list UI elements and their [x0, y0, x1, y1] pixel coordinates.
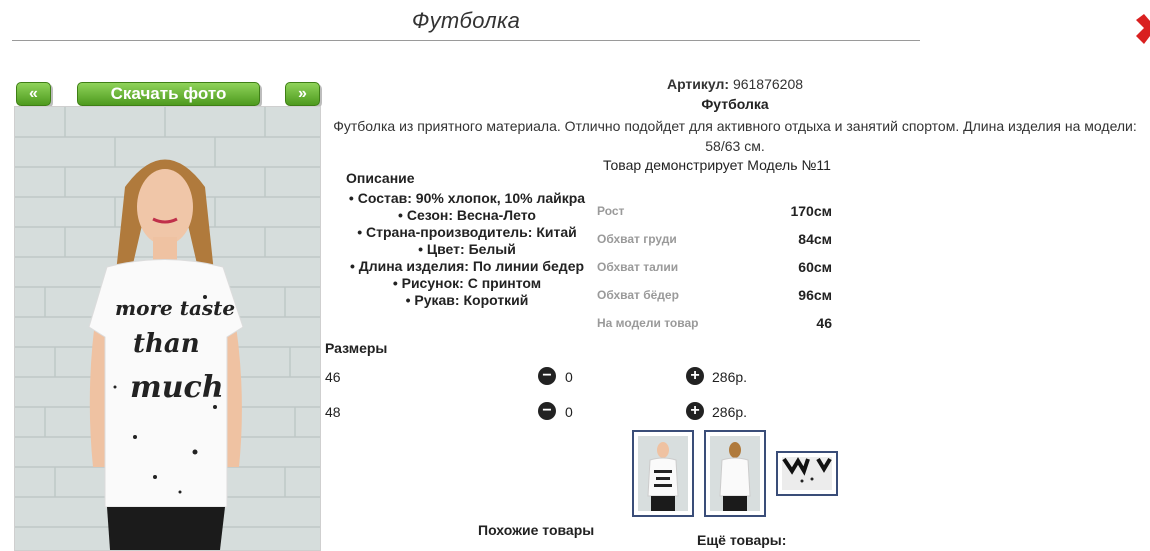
- quantity-value: 0: [565, 369, 573, 385]
- spec-item: Рисунок: С принтом: [338, 275, 596, 292]
- spec-item: Сезон: Весна-Лето: [338, 207, 596, 224]
- minus-circle-icon[interactable]: −: [538, 402, 556, 420]
- red-arrow-icon[interactable]: [1136, 14, 1150, 44]
- price-value: 286р.: [712, 404, 748, 420]
- product-name: Футболка: [701, 96, 769, 112]
- spec-item: Цвет: Белый: [338, 241, 596, 258]
- model-param-label: Обхват груди: [597, 232, 677, 246]
- model-param-value: 170см: [790, 203, 832, 219]
- model-params-table: Рост 170см Обхват груди 84см Обхват тали…: [597, 197, 832, 337]
- title-divider: [12, 40, 920, 41]
- article-value: 961876208: [732, 76, 804, 92]
- prev-photo-button[interactable]: «: [16, 82, 51, 106]
- model-param-row: Рост 170см: [597, 197, 832, 225]
- thumbnail-detail[interactable]: [776, 451, 838, 496]
- quantity-value: 0: [565, 404, 573, 420]
- model-param-label: На модели товар: [597, 316, 699, 330]
- size-value: 48: [325, 404, 341, 420]
- size-value: 46: [325, 369, 341, 385]
- next-photo-button[interactable]: »: [285, 82, 320, 106]
- product-photo-drawing: more taste than much: [15, 107, 320, 550]
- model-param-value: 96см: [798, 287, 832, 303]
- spec-item: Длина изделия: По линии бедер: [338, 258, 596, 275]
- product-description: Футболка из приятного материала. Отлично…: [333, 118, 1137, 154]
- download-photo-button[interactable]: Скачать фото: [77, 82, 260, 106]
- specs-heading: Описание: [346, 170, 415, 186]
- page-title: Футболка: [411, 8, 521, 33]
- thumbnail-back[interactable]: [704, 430, 766, 517]
- article-label: Артикул:: [666, 76, 730, 92]
- thumbnail-image: [710, 436, 760, 511]
- sizes-heading: Размеры: [325, 340, 388, 356]
- size-row: 46 − 0 + 286р.: [325, 366, 825, 390]
- plus-circle-icon[interactable]: +: [686, 402, 704, 420]
- spec-item: Состав: 90% хлопок, 10% лайкра: [338, 190, 596, 207]
- model-param-label: Обхват талии: [597, 260, 679, 274]
- svg-text:more taste: more taste: [115, 296, 235, 320]
- model-param-value: 84см: [798, 231, 832, 247]
- spec-item: Страна-производитель: Китай: [338, 224, 596, 241]
- size-row: 48 − 0 + 286р.: [325, 401, 825, 425]
- thumbnail-image: [638, 436, 688, 511]
- product-photo[interactable]: more taste than much: [14, 106, 321, 551]
- specs-list: Состав: 90% хлопок, 10% лайкра Сезон: Ве…: [338, 190, 596, 309]
- model-param-row: Обхват бёдер 96см: [597, 281, 832, 309]
- plus-circle-icon[interactable]: +: [686, 367, 704, 385]
- minus-circle-icon[interactable]: −: [538, 367, 556, 385]
- article-line: Артикул: 961876208: [320, 76, 1150, 92]
- model-param-label: Обхват бёдер: [597, 288, 679, 302]
- model-param-label: Рост: [597, 204, 625, 218]
- spec-item: Рукав: Короткий: [338, 292, 596, 309]
- model-param-row: Обхват груди 84см: [597, 225, 832, 253]
- svg-text:than: than: [133, 329, 200, 359]
- specs-block: Описание Состав: 90% хлопок, 10% лайкра …: [338, 170, 596, 309]
- more-products-heading: Ещё товары:: [697, 532, 787, 548]
- thumbnail-image: [782, 457, 832, 490]
- model-demo-text: Товар демонстрирует Модель №11: [603, 157, 831, 173]
- thumbnail-front[interactable]: [632, 430, 694, 517]
- model-param-row: Обхват талии 60см: [597, 253, 832, 281]
- model-param-row: На модели товар 46: [597, 309, 832, 337]
- price-value: 286р.: [712, 369, 748, 385]
- model-param-value: 46: [816, 315, 832, 331]
- model-param-value: 60см: [798, 259, 832, 275]
- similar-products-heading: Похожие товары: [478, 522, 595, 538]
- svg-text:much: much: [130, 370, 224, 405]
